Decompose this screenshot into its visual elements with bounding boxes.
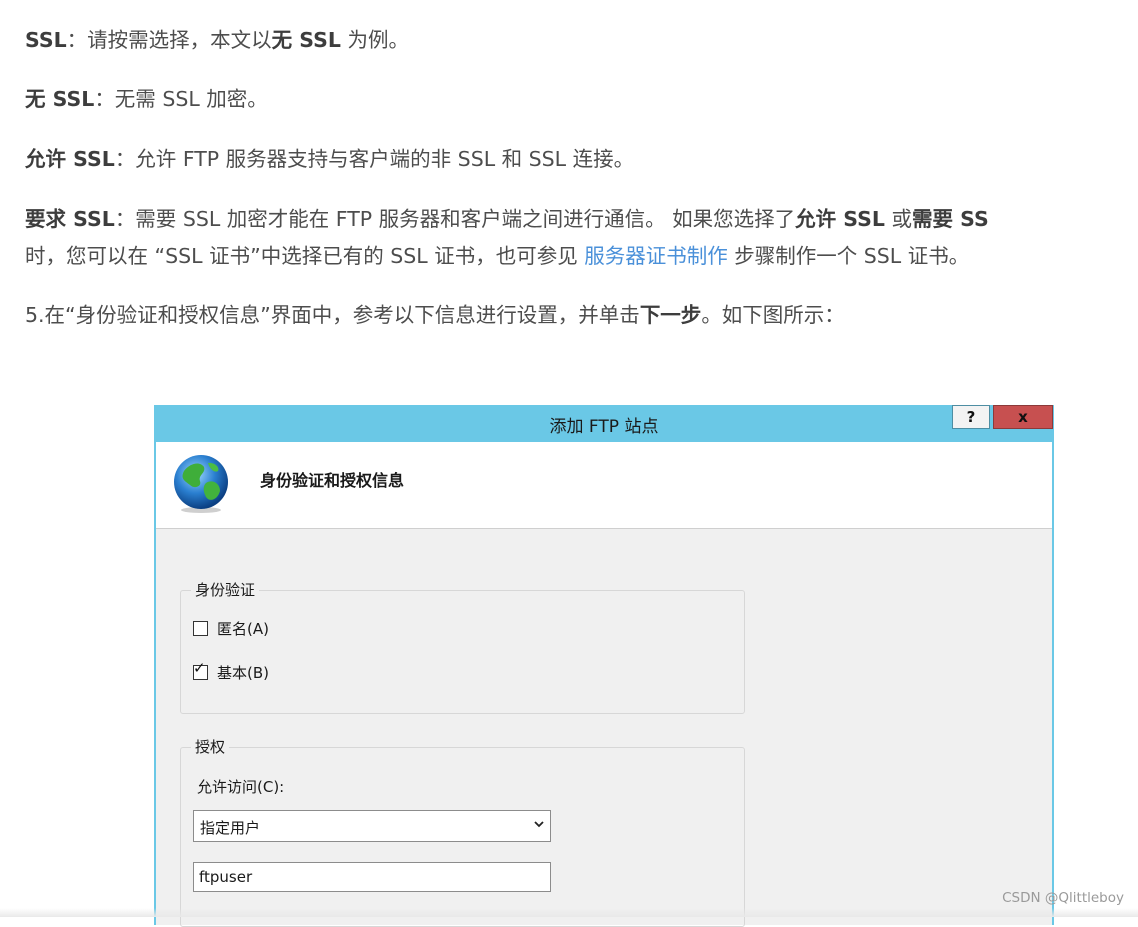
authorization-group: 授权 允许访问(C): 指定用户 ftpuser	[180, 736, 745, 927]
term-ssl: SSL	[25, 28, 67, 52]
basic-label: 基本(B)	[217, 664, 269, 682]
text: 或	[884, 207, 912, 231]
chevron-down-icon	[534, 821, 544, 828]
text: ：请按需选择，本文以	[66, 28, 272, 52]
text: ：需要 SSL 加密才能在 FTP 服务器和客户端之间进行通信。 如果您选择了	[114, 207, 796, 231]
term-no-ssl: 无 SSL	[25, 87, 95, 111]
anonymous-checkbox-row[interactable]: 匿名(A)	[193, 618, 269, 639]
server-cert-link[interactable]: 服务器证书制作	[584, 244, 728, 268]
allow-access-label: 允许访问(C):	[197, 778, 285, 796]
text: 5.在“身份验证和授权信息”界面中，参考以下信息进行设置，并单击	[25, 303, 640, 327]
page-title: 身份验证和授权信息	[260, 471, 405, 490]
allow-access-value: 指定用户	[200, 819, 261, 837]
paragraph-step5: 5.在“身份验证和授权信息”界面中，参考以下信息进行设置，并单击下一步。如下图所…	[25, 297, 845, 334]
authorization-legend: 授权	[191, 736, 230, 757]
term-allow-ssl: 允许 SSL	[25, 147, 115, 171]
text: 时，您可以在 “SSL 证书”中选择已有的 SSL 证书，也可参见	[25, 244, 585, 268]
authentication-group: 身份验证 匿名(A) ✓ 基本(B)	[180, 579, 745, 714]
paragraph-allow-ssl: 允许 SSL：允许 FTP 服务器支持与客户端的非 SSL 和 SSL 连接。	[25, 141, 634, 178]
term-require-ssl: 要求 SSL	[25, 207, 115, 231]
close-button[interactable]: x	[993, 405, 1053, 429]
basic-checkbox-row[interactable]: ✓ 基本(B)	[193, 661, 269, 683]
user-name-value: ftpuser	[199, 868, 253, 886]
basic-checkbox[interactable]: ✓	[193, 661, 208, 680]
dialog-titlebar: 添加 FTP 站点 ? x	[154, 405, 1054, 442]
text: 。如下图所示：	[701, 303, 845, 327]
paragraph-require-ssl: 要求 SSL：需要 SSL 加密才能在 FTP 服务器和客户端之间进行通信。 如…	[25, 201, 989, 238]
check-icon: ✓	[193, 659, 206, 677]
anonymous-checkbox[interactable]	[193, 621, 208, 636]
globe-icon	[174, 455, 228, 513]
watermark: CSDN @Qlittleboy	[1002, 890, 1124, 906]
text: 为例。	[340, 28, 410, 52]
text: 步骤制作一个 SSL 证书。	[727, 244, 970, 268]
dialog-title: 添加 FTP 站点	[549, 417, 659, 437]
add-ftp-site-dialog: 添加 FTP 站点 ? x 身份验证和授权信息 身份验证 匿名(A) ✓ 基本(…	[154, 405, 1054, 927]
user-name-input[interactable]: ftpuser	[193, 862, 551, 892]
dialog-header: 身份验证和授权信息	[156, 442, 1052, 529]
term-next-step: 下一步	[639, 303, 702, 327]
authentication-legend: 身份验证	[191, 579, 260, 600]
term-no-ssl: 无 SSL	[271, 28, 341, 52]
anonymous-label: 匿名(A)	[217, 620, 269, 638]
text: ：无需 SSL 加密。	[94, 87, 268, 111]
paragraph-require-ssl-line2: 时，您可以在 “SSL 证书”中选择已有的 SSL 证书，也可参见 服务器证书制…	[25, 238, 969, 275]
help-button[interactable]: ?	[952, 405, 990, 429]
bottom-fade	[0, 908, 1138, 917]
term-require-ssl-cut: 需要 SS	[912, 207, 989, 231]
term-allow-ssl: 允许 SSL	[795, 207, 885, 231]
allow-access-select[interactable]: 指定用户	[193, 810, 551, 842]
text: ：允许 FTP 服务器支持与客户端的非 SSL 和 SSL 连接。	[114, 147, 635, 171]
paragraph-ssl: SSL：请按需选择，本文以无 SSL 为例。	[25, 22, 409, 59]
paragraph-no-ssl: 无 SSL：无需 SSL 加密。	[25, 81, 268, 118]
